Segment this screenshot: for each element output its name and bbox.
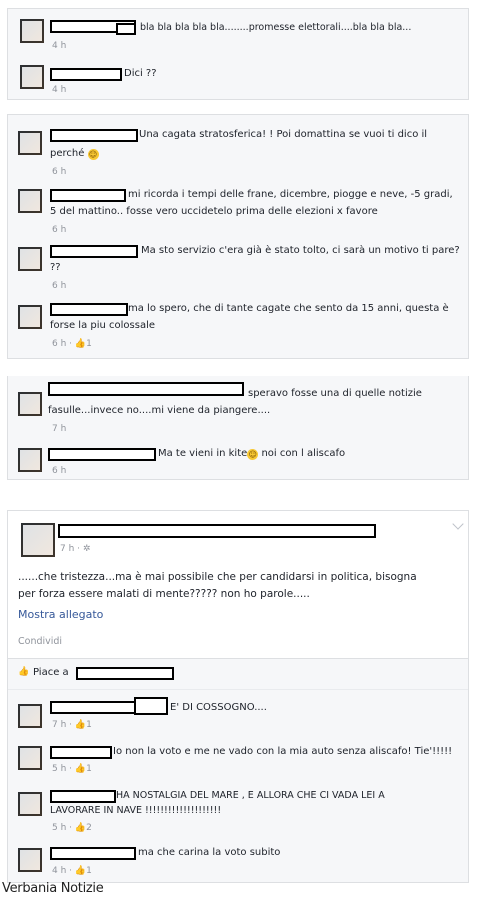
avatar[interactable] (18, 448, 42, 472)
likes-bar: 👍 Piace a (8, 659, 468, 689)
comment-text: ?? (50, 262, 61, 273)
credit-text: Verbania Notizie (2, 881, 104, 896)
redacted-name (58, 524, 376, 538)
comment: bla bla bla bla bla........promesse elet… (8, 9, 468, 55)
avatar[interactable] (18, 247, 42, 271)
comment-time[interactable]: 4 h (52, 41, 66, 52)
comment-text: ma che carina la voto subito (138, 847, 281, 858)
redacted-name (50, 129, 138, 142)
comment-text: E' DI COSSOGNO.... (170, 702, 267, 713)
smiley-icon: ☺ (247, 449, 259, 460)
comment-time[interactable]: 6 h (52, 281, 66, 292)
comment-thread-2: Una cagata stratosferica! ! Poi domattin… (7, 114, 469, 359)
thumbs-up-icon[interactable]: 👍 (75, 823, 86, 833)
redacted-name (48, 448, 156, 461)
comment-thread-1: bla bla bla bla bla........promesse elet… (7, 8, 469, 100)
share-link[interactable]: Condividi (18, 635, 62, 649)
comment-text: Io non la voto e me ne vado con la mia a… (113, 746, 453, 757)
avatar[interactable] (20, 65, 44, 89)
comment-meta: 7 h · 👍1 (52, 720, 92, 730)
redacted-name (50, 245, 138, 258)
globe-icon: ✲ (82, 544, 91, 554)
comment-meta: 4 h · 👍1 (52, 866, 92, 876)
redacted-name (134, 697, 168, 715)
post-body: per forza essere malati di mente????? no… (18, 588, 310, 600)
comment-text: perché ☺ (50, 148, 99, 160)
thumbs-up-icon[interactable]: 👍 (75, 866, 86, 876)
comment-text: fasulle...invece no....mi viene da piang… (48, 405, 271, 416)
show-attachment-link[interactable]: Mostra allegato (18, 608, 103, 622)
comment-meta: 6 h · 👍1 (52, 339, 92, 349)
thumbs-up-icon[interactable]: 👍 (75, 764, 86, 774)
redacted-name (50, 189, 126, 202)
redacted-name (50, 303, 128, 316)
comment-meta: 5 h · 👍1 (52, 764, 92, 774)
comment: Dici ?? 4 h (8, 55, 468, 101)
redacted-name (50, 790, 116, 803)
comment-meta: 5 h · 👍2 (52, 823, 92, 833)
post-body: ......che tristezza...ma è mai possibile… (18, 571, 417, 583)
comment-text: Una cagata stratosferica! ! Poi domattin… (139, 129, 428, 140)
post-comments: E' DI COSSOGNO.... 7 h · 👍1 Io non la vo… (8, 689, 468, 882)
redacted-name (116, 23, 136, 35)
avatar[interactable] (18, 131, 42, 155)
avatar[interactable] (20, 19, 44, 43)
avatar[interactable] (18, 392, 42, 416)
avatar[interactable] (18, 704, 42, 728)
avatar[interactable] (18, 746, 42, 770)
comment-thread-3: speravo fosse una di quelle notizie fasu… (7, 376, 469, 480)
comment-text: forse la piu colossale (50, 320, 156, 331)
redacted-name (48, 382, 244, 396)
comment-time[interactable]: 7 h (52, 424, 66, 435)
comment-text: speravo fosse una di quelle notizie (248, 388, 422, 399)
likes-prefix: Piace a (33, 667, 69, 678)
redacted-name (50, 701, 136, 714)
comment-time[interactable]: 6 h (52, 466, 66, 477)
comment-text: Ma te vieni in kite☺ noi con l aliscafo (158, 448, 346, 460)
avatar[interactable] (18, 792, 42, 816)
smiley-icon: ☺ (87, 149, 99, 160)
comment-text: ma lo spero, che di tante cagate che sen… (128, 303, 449, 314)
redacted-name (50, 68, 122, 81)
avatar[interactable] (18, 305, 42, 329)
comment-text: Dici ?? (124, 68, 157, 79)
comment-text: HA NOSTALGIA DEL MARE , E ALLORA CHE CI … (116, 790, 385, 801)
avatar[interactable] (21, 523, 55, 557)
chevron-down-icon[interactable] (452, 518, 464, 530)
redacted-name (50, 847, 136, 860)
thumbs-up-icon: 👍 (18, 667, 30, 677)
comment-time[interactable]: 4 h (52, 85, 66, 96)
comment-text: mi ricorda i tempi delle frane, dicembre… (128, 189, 453, 200)
post-meta: 7 h · ✲ (60, 544, 91, 554)
comment-text: 5 del mattino.. fosse vero uccidetelo pr… (50, 206, 378, 217)
post: 7 h · ✲ ......che tristezza...ma è mai p… (7, 510, 469, 883)
comment-text: LAVORARE IN NAVE !!!!!!!!!!!!!!!!!!!! (50, 805, 222, 816)
comment-text: bla bla bla bla bla........promesse elet… (140, 22, 412, 33)
comment-time[interactable]: 6 h (52, 167, 66, 178)
comment-text: Ma sto servizio c'era già è stato tolto,… (141, 245, 460, 256)
avatar[interactable] (18, 189, 42, 213)
avatar[interactable] (18, 848, 42, 872)
thumbs-up-icon[interactable]: 👍 (75, 720, 86, 730)
redacted-name (50, 746, 112, 759)
comment-time[interactable]: 6 h (52, 225, 66, 236)
redacted-name (76, 667, 174, 680)
thumbs-up-icon[interactable]: 👍 (75, 339, 86, 349)
